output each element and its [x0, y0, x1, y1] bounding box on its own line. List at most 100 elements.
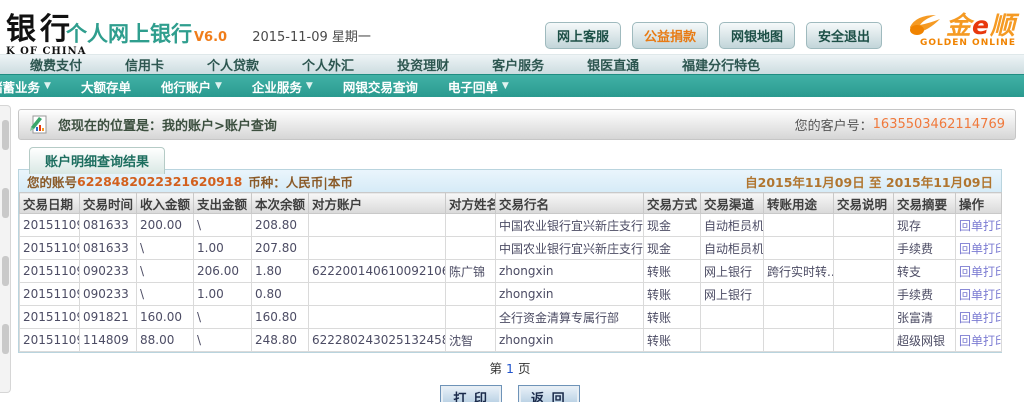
cell-method: 转账	[644, 329, 701, 352]
column-header: 支出金额	[194, 193, 252, 214]
column-header: 交易方式	[644, 193, 701, 214]
table-row: 20151109 091821 160.00 \ 160.80 全行资金清算专属…	[20, 306, 1002, 329]
cell-time: 090233	[80, 260, 137, 283]
table-row: 20151109 114809 88.00 \ 248.80 622280243…	[20, 329, 1002, 352]
primary-nav-item[interactable]: 缴费支付	[30, 55, 82, 74]
cell-expense: 1.00	[194, 237, 252, 260]
cell-date: 20151109	[20, 214, 80, 237]
primary-nav-item[interactable]: 银医直通	[587, 55, 639, 74]
cell-channel	[701, 306, 764, 329]
back-button[interactable]: 返 回	[518, 385, 580, 402]
pagination: 第1页	[18, 358, 1002, 377]
cell-counterparty-account	[309, 283, 446, 306]
cell-time: 081633	[80, 214, 137, 237]
cell-counterparty-name	[446, 283, 496, 306]
currency-label: 币种：	[248, 172, 286, 191]
cell-time: 114809	[80, 329, 137, 352]
table-row: 20151109 081633 \ 1.00 207.80 中国农业银行宜兴新庄…	[20, 237, 1002, 260]
cell-bank-name: zhongxin	[496, 260, 644, 283]
cell-channel: 自动柜员机	[701, 214, 764, 237]
primary-nav-item[interactable]: 信用卡	[125, 55, 164, 74]
receipt-print-link[interactable]: 回单打印	[959, 334, 1002, 348]
cell-date: 20151109	[20, 329, 80, 352]
cell-summary: 手续费	[894, 237, 956, 260]
table-row: 20151109 081633 200.00 \ 208.80 中国农业银行宜兴…	[20, 214, 1002, 237]
cell-note	[834, 306, 894, 329]
chevron-down-icon: ▼	[306, 81, 313, 91]
nav-e-receipt[interactable]: 电子回单▼	[448, 77, 509, 96]
receipt-print-link[interactable]: 回单打印	[959, 242, 1002, 256]
header: 银行 K OF CHINA 个人网上银行V6.0 2015-11-09 星期一 …	[0, 0, 1024, 54]
receipt-print-link[interactable]: 回单打印	[959, 219, 1002, 233]
cell-expense: \	[194, 306, 252, 329]
ebank-map-button[interactable]: 网银地图	[719, 22, 795, 49]
column-header: 交易摘要	[894, 193, 956, 214]
cell-channel: 网上银行	[701, 283, 764, 306]
cell-counterparty-account	[309, 237, 446, 260]
primary-nav-item[interactable]: 福建分行特色	[682, 55, 760, 74]
column-header: 交易行名	[496, 193, 644, 214]
cell-purpose	[764, 306, 834, 329]
breadcrumb-bar: 您现在的位置是：我的账户>账户查询 您的客户号： 163550346211476…	[18, 109, 1016, 140]
online-service-button[interactable]: 网上客服	[545, 22, 621, 49]
table-row: 20151109 090233 \ 1.00 0.80 zhongxin 转账 …	[20, 283, 1002, 306]
column-header: 交易渠道	[701, 193, 764, 214]
query-date-range: 自2015年11月09日 至 2015年11月09日	[745, 172, 993, 191]
primary-nav-item[interactable]: 个人外汇	[302, 55, 354, 74]
cell-note	[834, 237, 894, 260]
client-no-label: 您的客户号：	[795, 115, 873, 134]
primary-nav-item[interactable]: 投资理财	[397, 55, 449, 74]
sidebar-grip[interactable]	[2, 324, 9, 354]
header-buttons: 网上客服 公益捐款 网银地图 安全退出	[545, 22, 882, 49]
sidebar-grip[interactable]	[2, 188, 9, 218]
chevron-down-icon: ▼	[502, 81, 509, 91]
nav-transaction-query[interactable]: 网银交易查询	[343, 77, 418, 96]
cell-date: 20151109	[20, 260, 80, 283]
cell-action: 回单打印	[956, 329, 1002, 352]
chevron-down-icon: ▼	[215, 81, 222, 91]
cell-action: 回单打印	[956, 260, 1002, 283]
column-header: 转账用途	[764, 193, 834, 214]
nav-savings[interactable]: 储蓄业务▼	[0, 77, 51, 96]
sidebar-grip[interactable]	[2, 256, 9, 286]
column-header: 交易说明	[834, 193, 894, 214]
primary-nav: 缴费支付 信用卡 个人贷款 个人外汇 投资理财 客户服务 银医直通 福建分行特色	[0, 54, 1024, 74]
cell-balance: 160.80	[252, 306, 309, 329]
receipt-print-link[interactable]: 回单打印	[959, 265, 1002, 279]
column-header: 对方姓名	[446, 193, 496, 214]
cell-purpose	[764, 214, 834, 237]
cell-channel: 自动柜员机	[701, 237, 764, 260]
cell-balance: 207.80	[252, 237, 309, 260]
print-button[interactable]: 打 印	[440, 385, 502, 402]
cell-bank-name: 全行资金清算专属行部	[496, 306, 644, 329]
tab-account-detail-results[interactable]: 账户明细查询结果	[29, 147, 165, 174]
nav-other-bank-account[interactable]: 他行账户▼	[161, 77, 222, 96]
charity-donation-button[interactable]: 公益捐款	[632, 22, 708, 49]
cell-action: 回单打印	[956, 237, 1002, 260]
cell-expense: \	[194, 214, 252, 237]
cell-expense: 1.00	[194, 283, 252, 306]
cell-counterparty-account: 6222001406100921065	[309, 260, 446, 283]
cell-summary: 现存	[894, 214, 956, 237]
collapsed-sidebar-handle[interactable]	[0, 105, 11, 393]
cell-date: 20151109	[20, 306, 80, 329]
cell-purpose	[764, 329, 834, 352]
cell-time: 091821	[80, 306, 137, 329]
page-number: 1	[506, 361, 514, 376]
nav-large-deposit[interactable]: 大额存单	[81, 77, 131, 96]
table-row: 20151109 090233 \ 206.00 1.80 6222001406…	[20, 260, 1002, 283]
primary-nav-item[interactable]: 客户服务	[492, 55, 544, 74]
receipt-print-link[interactable]: 回单打印	[959, 311, 1002, 325]
column-header: 操作	[956, 193, 1002, 214]
cell-bank-name: zhongxin	[496, 283, 644, 306]
column-header: 交易日期	[20, 193, 80, 214]
primary-nav-item[interactable]: 个人贷款	[207, 55, 259, 74]
column-header: 本次余额	[252, 193, 309, 214]
nav-corporate-service[interactable]: 企业服务▼	[252, 77, 313, 96]
golden-online-logo: 金e顺 GOLDEN ONLINE	[866, 6, 1016, 48]
account-label: 您的账号	[27, 172, 77, 191]
receipt-print-link[interactable]: 回单打印	[959, 288, 1002, 302]
account-number: 6228482022321620918	[77, 174, 242, 189]
sidebar-grip[interactable]	[2, 120, 9, 150]
cell-income: 160.00	[137, 306, 194, 329]
